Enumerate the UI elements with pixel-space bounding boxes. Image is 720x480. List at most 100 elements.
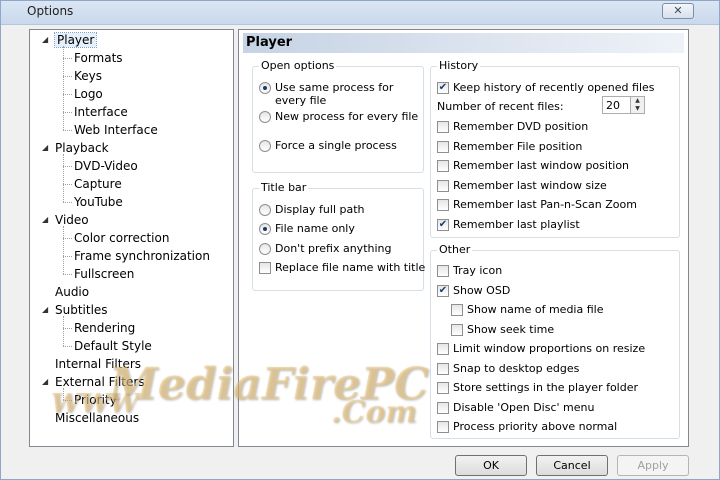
checkbox-remember-dvd-position[interactable]: Remember DVD position [437,120,675,136]
checkbox-store-settings-in-the-player-folder[interactable]: Store settings in the player folder [437,381,667,397]
expand-arrow-icon[interactable]: ◢ [42,144,50,152]
tree-connector [63,328,72,329]
checkbox-disable-open-disc-menu[interactable]: Disable 'Open Disc' menu [437,401,667,417]
radio-indicator[interactable] [259,111,271,123]
spinner-buttons[interactable]: ▲ ▼ [630,97,644,113]
checkbox-remember-file-position[interactable]: Remember File position [437,140,675,156]
tree-item-logo[interactable]: Logo [74,86,103,102]
checkbox-keep-history[interactable]: ✔ Keep history of recently opened files [437,81,675,97]
tree-connector [63,184,72,185]
checkbox-indicator[interactable]: ✔ [437,82,449,94]
checkbox-indicator[interactable] [437,401,449,414]
radio-new-process[interactable]: New process for every file [259,110,419,126]
tree-item-fullscreen[interactable]: Fullscreen [74,266,134,282]
close-button[interactable]: ✕ [662,3,694,19]
tree-connector [63,202,72,203]
spin-up-icon[interactable]: ▲ [631,97,644,105]
checkbox-indicator[interactable] [437,362,449,375]
tree-item-formats[interactable]: Formats [74,50,123,66]
radio-indicator[interactable] [259,243,271,255]
checkbox-show-name-of-media-file[interactable]: Show name of media file [451,303,681,319]
checkbox-indicator[interactable] [437,140,449,153]
checkbox-indicator[interactable] [437,199,449,211]
tree-item-capture[interactable]: Capture [74,176,122,192]
spin-down-icon[interactable]: ▼ [631,105,644,113]
panel-header: Player [243,33,684,53]
checkbox-replace-title[interactable]: Replace file name with title [259,261,425,277]
player-settings-panel: Player Open options Use same process for… [238,29,689,447]
ok-button[interactable]: OK [455,455,527,476]
tree-item-label: Web Interface [74,123,158,137]
apply-button[interactable]: Apply [617,455,689,476]
checkbox-show-osd[interactable]: ✔ Show OSD [437,284,667,300]
tree-item-player[interactable]: Player [53,32,98,48]
checkbox-snap-to-desktop-edges[interactable]: Snap to desktop edges [437,362,667,378]
tree-item-label: Priority [74,393,117,407]
radio-no-prefix[interactable]: Don't prefix anything [259,242,419,258]
radio-label: Force a single process [275,139,397,152]
checkbox-indicator[interactable] [437,343,449,355]
checkbox-indicator[interactable] [437,265,449,277]
checkbox-indicator[interactable] [437,121,449,133]
checkbox-remember-last-playlist[interactable]: ✔ Remember last playlist [437,218,675,234]
radio-full-path[interactable]: Display full path [259,203,419,219]
tree-item-web-interface[interactable]: Web Interface [74,122,158,138]
checkbox-indicator[interactable] [259,262,271,274]
tree-item-color-correction[interactable]: Color correction [74,230,169,246]
expand-arrow-icon[interactable]: ◢ [42,378,50,386]
history-group: History ✔ Keep history of recently opene… [430,59,680,238]
tree-item-rendering[interactable]: Rendering [74,320,135,336]
checkbox-indicator[interactable] [437,160,449,172]
checkbox-remember-last-window-size[interactable]: Remember last window size [437,179,675,195]
cancel-button[interactable]: Cancel [536,455,608,476]
recent-files-spinner[interactable]: 20 ▲ ▼ [602,96,645,114]
tree-item-label: Frame synchronization [74,249,210,263]
options-tree[interactable]: Player ◢ Formats Keys Logo Interface Web Inter… [29,29,234,447]
tree-item-priority[interactable]: Priority [74,392,117,408]
expand-arrow-icon[interactable]: ◢ [42,36,50,44]
tree-item-label: Audio [55,285,90,299]
checkbox-remember-last-pan-n-scan-zoom[interactable]: Remember last Pan-n-Scan Zoom [437,198,675,214]
tree-item-audio[interactable]: Audio [55,284,89,300]
checkbox-show-seek-time[interactable]: Show seek time [451,323,681,339]
checkbox-indicator[interactable]: ✔ [437,218,449,231]
expand-arrow-icon[interactable]: ◢ [42,306,50,314]
tree-connector [63,58,72,59]
tree-item-interface[interactable]: Interface [74,104,128,120]
checkbox-label: Tray icon [453,264,503,277]
other-title: Other [437,243,473,256]
checkbox-indicator[interactable] [437,382,449,394]
tree-item-miscellaneous[interactable]: Miscellaneous [55,410,139,426]
checkbox-remember-last-window-position[interactable]: Remember last window position [437,159,675,175]
options-window: Options ✕ Player ◢ Formats Keys Logo Interfac… [0,0,720,480]
checkbox-label: Disable 'Open Disc' menu [453,400,595,414]
checkbox-indicator[interactable] [437,421,449,433]
tree-item-frame-synchronization[interactable]: Frame synchronization [74,248,210,264]
radio-same-process[interactable]: Use same process for every file [259,81,419,109]
tree-item-label: Default Style [74,339,152,353]
checkbox-indicator[interactable]: ✔ [437,284,449,297]
radio-single-process[interactable]: Force a single process [259,139,419,155]
tree-item-internal-filters[interactable]: Internal Filters [55,356,141,372]
radio-indicator[interactable] [259,204,271,216]
checkbox-tray-icon[interactable]: Tray icon [437,264,667,280]
tree-connector [63,46,64,130]
radio-indicator[interactable] [259,140,271,152]
radio-indicator[interactable] [259,223,271,235]
checkbox-process-priority-above-normal[interactable]: Process priority above normal [437,420,667,436]
tree-connector [63,238,72,239]
history-title: History [437,59,481,72]
tree-item-video[interactable]: Video [55,212,89,228]
tree-item-default-style[interactable]: Default Style [74,338,152,354]
tree-item-dvd-video[interactable]: DVD-Video [74,158,138,174]
tree-item-external-filters[interactable]: External Filters [55,374,145,390]
radio-indicator[interactable] [259,82,271,94]
radio-file-name-only[interactable]: File name only [259,222,419,238]
checkbox-indicator[interactable] [451,304,463,316]
checkbox-indicator[interactable] [451,323,463,336]
tree-item-keys[interactable]: Keys [74,68,102,84]
expand-arrow-icon[interactable]: ◢ [42,216,50,224]
tree-item-youtube[interactable]: YouTube [74,194,123,210]
checkbox-limit-window-proportions-on-resize[interactable]: Limit window proportions on resize [437,342,667,358]
checkbox-indicator[interactable] [437,179,449,192]
